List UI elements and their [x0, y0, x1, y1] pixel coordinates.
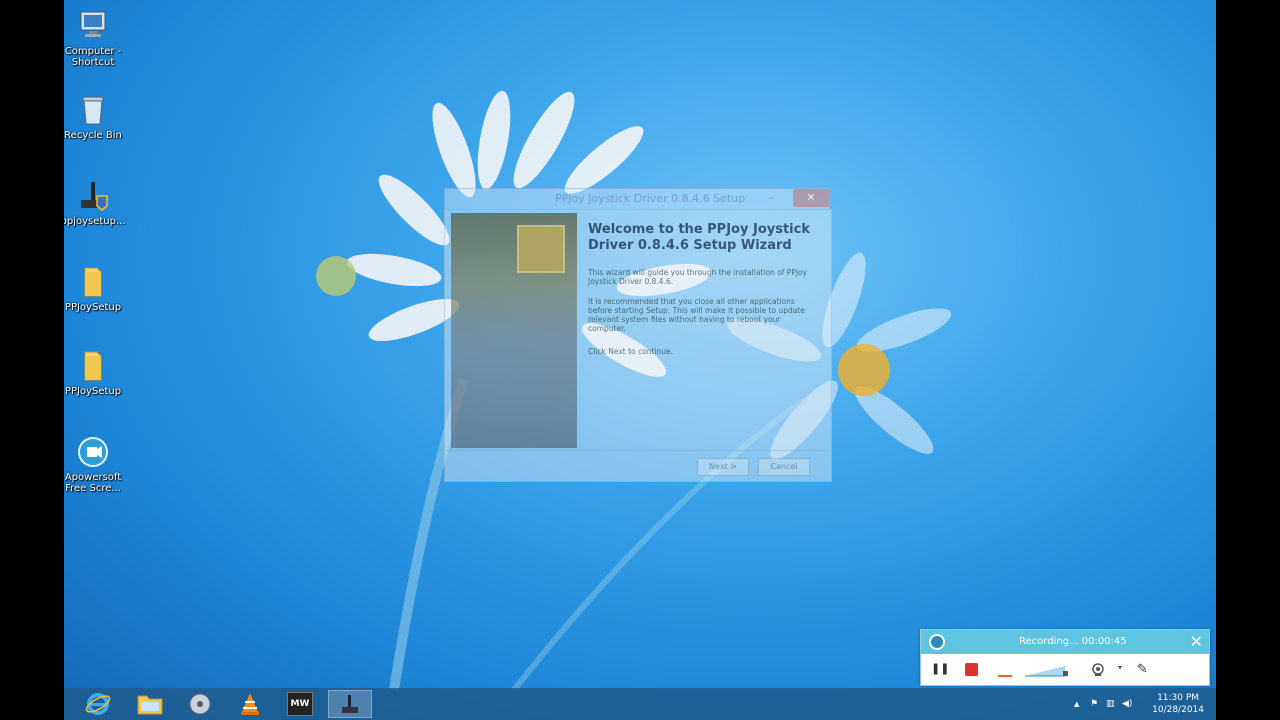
recorder-toolbar: ❚❚ ▾ ✎	[921, 654, 1209, 685]
audio-meter[interactable]	[1025, 662, 1069, 677]
wizard-body: Welcome to the PPJoy Joystick Driver 0.8…	[444, 209, 832, 482]
webcam-icon[interactable]	[1091, 662, 1105, 676]
desktop-icon-label: PPJoySetup	[64, 302, 122, 313]
desktop-icon-ppjoysetup-folder[interactable]: PPJoySetup	[64, 264, 126, 313]
desktop-icon-computer[interactable]: Computer - Shortcut	[64, 8, 126, 68]
wizard-title: PPJoy Joystick Driver 0.8.4.6 Setup	[555, 192, 746, 205]
action-center-flag-icon[interactable]: ⚑	[1090, 699, 1098, 709]
wizard-heading: Welcome to the PPJoy Joystick Driver 0.8…	[588, 222, 810, 253]
taskbar-vlc[interactable]	[228, 690, 272, 718]
next-button[interactable]: Next >	[697, 458, 749, 476]
minimize-button[interactable]: –	[759, 189, 783, 207]
apowersoft-icon	[929, 634, 945, 650]
desktop-icon-ppjoysetup-exe[interactable]: ppjoysetup...	[64, 178, 126, 227]
disc-icon	[189, 693, 211, 715]
recorder-panel: Recording... 00:00:45 ✕ ❚❚ ▾ ✎	[920, 629, 1210, 686]
pause-button[interactable]: ❚❚	[931, 662, 949, 678]
wizard-continue-text: Click Next to continue.	[588, 347, 674, 356]
wizard-recommend-text: It is recommended that you close all oth…	[588, 297, 805, 333]
taskbar: MW ▲ ⚑ ▥ ◀) 11:30 PM 10/28/2014	[64, 688, 1216, 720]
computer-icon	[75, 8, 111, 44]
ie-icon	[85, 693, 111, 715]
ppjoy-logo-icon	[517, 225, 565, 273]
desktop-icon-label: ppjoysetup...	[64, 216, 126, 227]
apowersoft-icon	[75, 434, 111, 470]
folder-icon	[75, 264, 111, 300]
desktop-icon-label: PPJoySetup	[64, 386, 122, 397]
recorder-close-button[interactable]: ✕	[1190, 632, 1203, 651]
installer-icon	[75, 178, 111, 214]
system-tray: ▲ ⚑ ▥ ◀) 11:30 PM 10/28/2014	[1066, 688, 1216, 720]
clock-date: 10/28/2014	[1152, 705, 1204, 715]
folder-icon	[137, 695, 163, 715]
cancel-button[interactable]: Cancel	[758, 458, 810, 476]
desktop-icon-recycle-bin[interactable]: Recycle Bin	[64, 92, 126, 141]
taskbar-file-explorer[interactable]	[128, 690, 172, 718]
desktop-icon-label: Apowersoft Free Scre...	[64, 472, 122, 494]
close-button[interactable]: ✕	[793, 189, 829, 207]
desktop-icon-label: Computer - Shortcut	[64, 46, 122, 68]
mw-icon: MW	[287, 692, 313, 716]
recording-status: Recording... 00:00:45	[1019, 636, 1127, 647]
taskbar-ppjoy-setup[interactable]	[328, 690, 372, 718]
installer-icon	[342, 695, 358, 713]
wizard-intro-text: This wizard will guide you through the i…	[588, 268, 808, 286]
folder-icon	[75, 348, 111, 384]
taskbar-ie[interactable]	[76, 690, 120, 718]
wizard-side-image	[451, 213, 577, 448]
vlc-icon	[241, 693, 259, 715]
volume-level-icon	[998, 675, 1012, 677]
volume-icon[interactable]: ◀)	[1122, 699, 1132, 709]
taskbar-media[interactable]	[178, 690, 222, 718]
network-icon[interactable]: ▥	[1106, 699, 1115, 709]
chevron-down-icon[interactable]: ▾	[1118, 663, 1122, 679]
wizard-footer: Next > Cancel	[445, 450, 831, 482]
show-hidden-icons-button[interactable]: ▲	[1074, 700, 1079, 708]
taskbar-mw[interactable]: MW	[278, 690, 322, 718]
clock-time: 11:30 PM	[1157, 693, 1200, 703]
clock[interactable]: 11:30 PM 10/28/2014	[1152, 692, 1204, 716]
desktop-icon-label: Recycle Bin	[64, 130, 122, 141]
cursor-highlight	[316, 256, 356, 296]
desktop: Computer - Shortcut Recycle Bin ppjoyset…	[64, 0, 1216, 720]
recorder-header: Recording... 00:00:45 ✕	[921, 630, 1209, 654]
desktop-icon-apowersoft[interactable]: Apowersoft Free Scre...	[64, 434, 126, 494]
wizard-titlebar[interactable]: PPJoy Joystick Driver 0.8.4.6 Setup – ✕	[444, 188, 830, 210]
recycle-bin-icon	[75, 92, 111, 128]
setup-wizard-window: PPJoy Joystick Driver 0.8.4.6 Setup – ✕ …	[444, 188, 832, 482]
stop-button[interactable]	[965, 663, 978, 676]
desktop-icon-ppjoysetup-folder-2[interactable]: PPJoySetup	[64, 348, 126, 397]
pen-tool-button[interactable]: ✎	[1137, 662, 1148, 678]
